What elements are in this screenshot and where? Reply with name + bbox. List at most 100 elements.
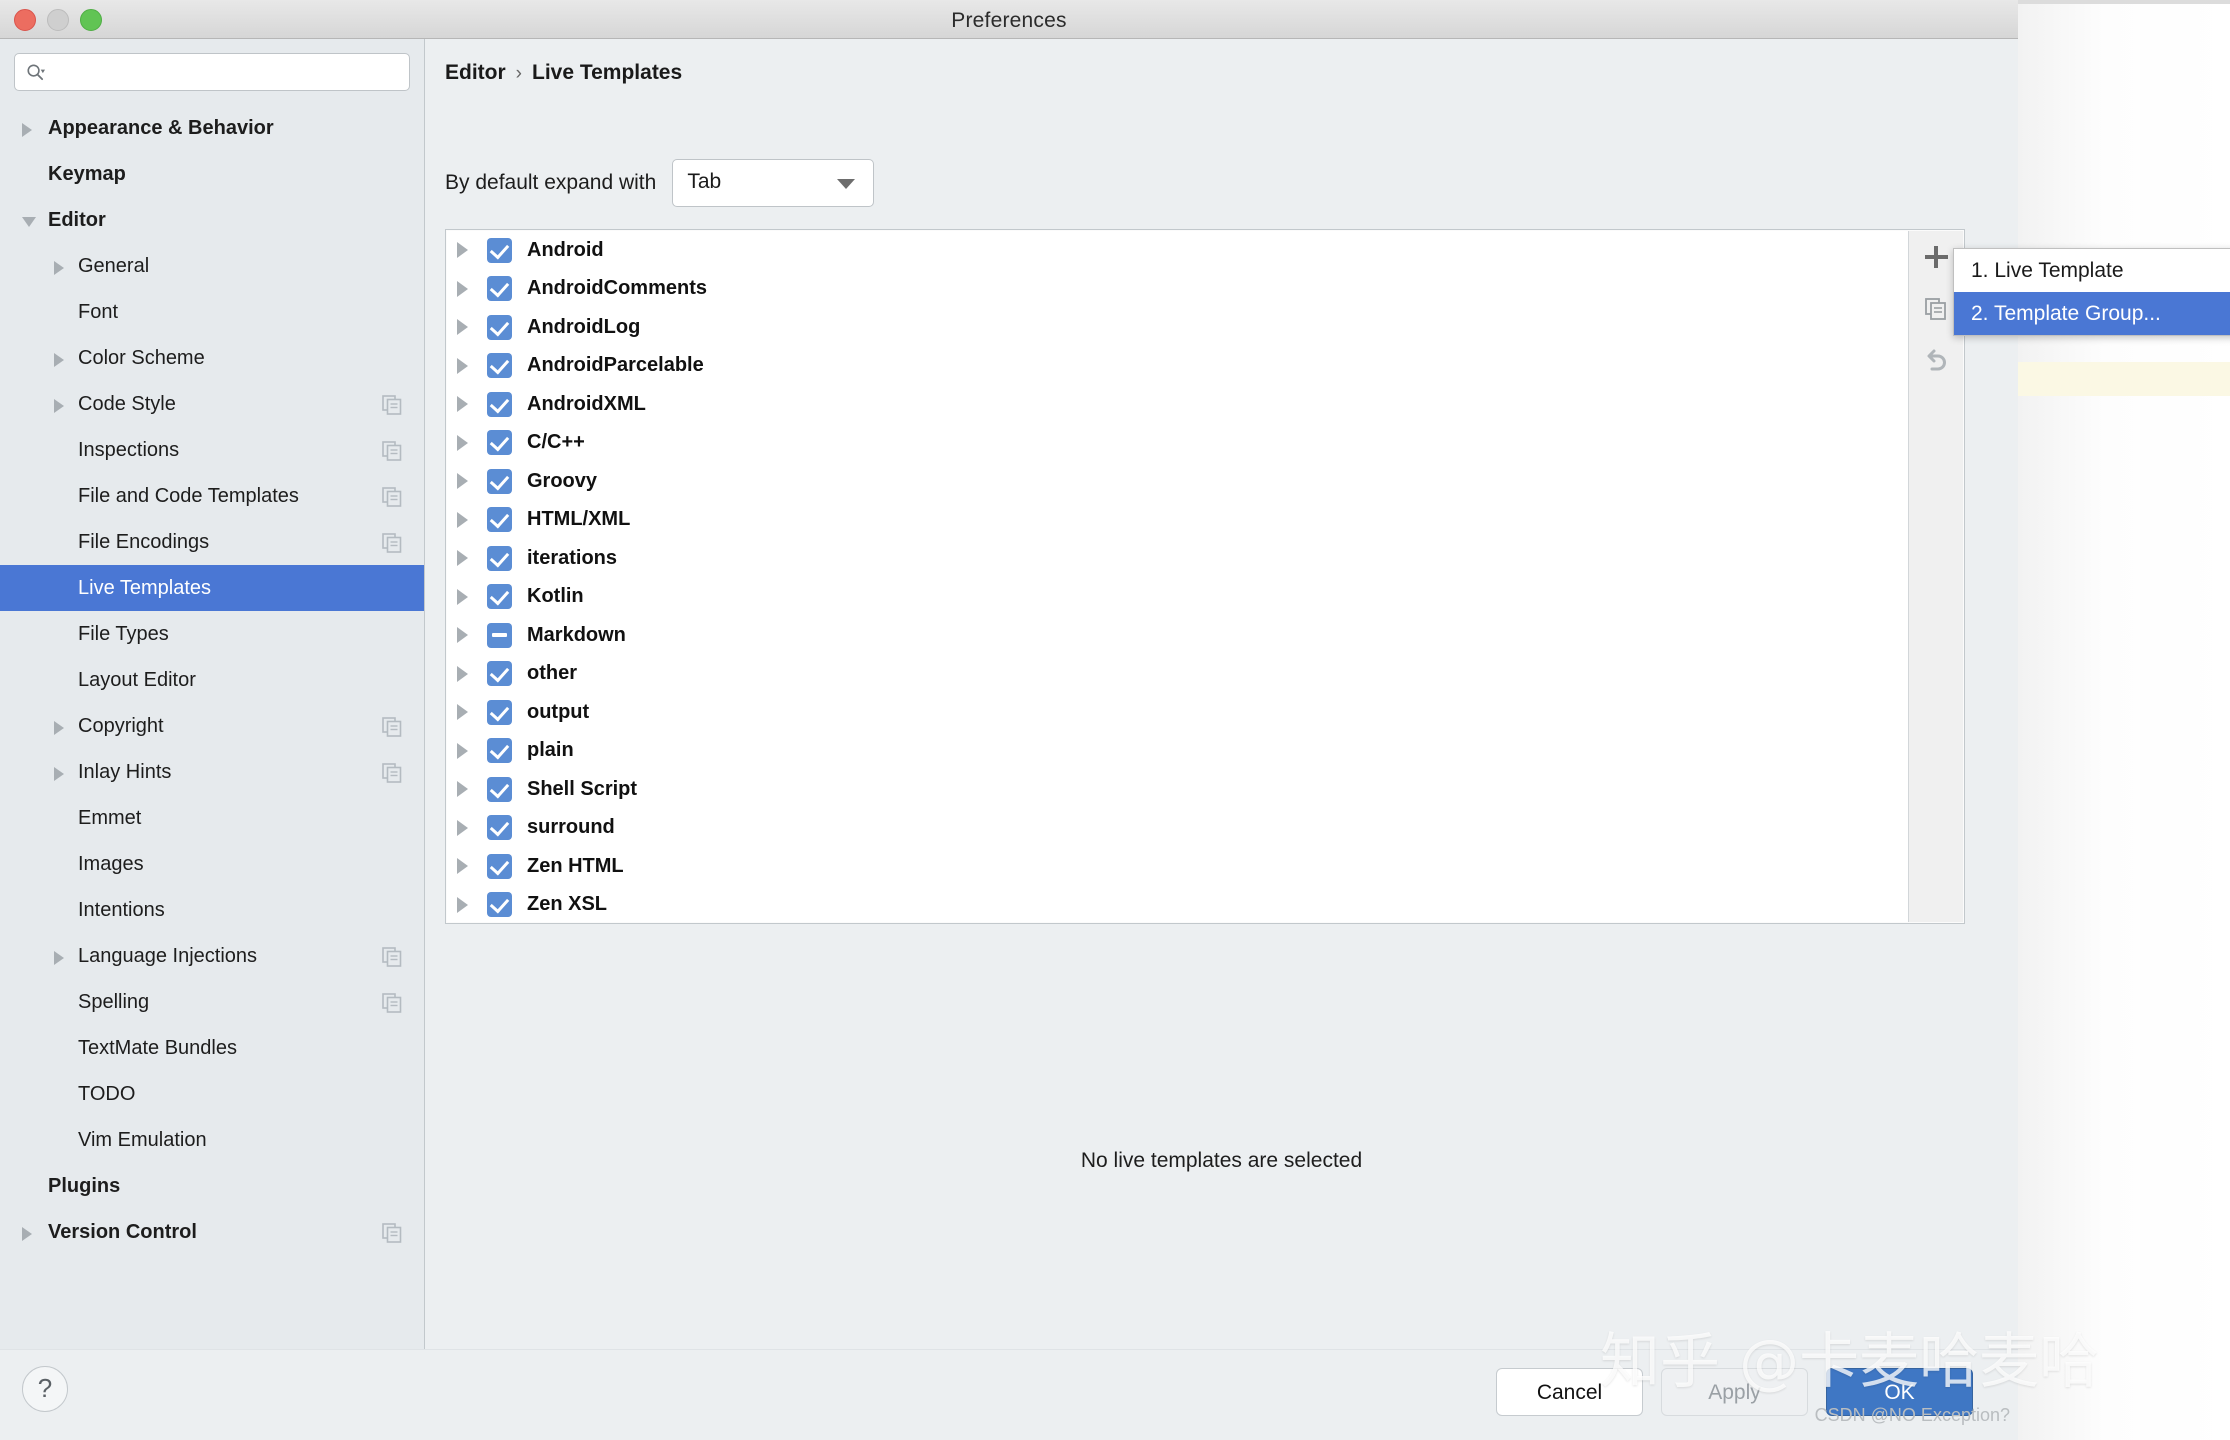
template-group-checkbox[interactable]: [487, 507, 512, 533]
template-group-row[interactable]: Zen XSL: [447, 886, 1910, 923]
chevron-right-icon[interactable]: [457, 319, 468, 336]
sidebar-item-live-templates[interactable]: Live Templates: [0, 565, 424, 611]
template-group-row[interactable]: Shell Script: [447, 770, 1910, 809]
help-button[interactable]: ?: [22, 1366, 68, 1412]
chevron-right-icon[interactable]: [457, 588, 468, 605]
apply-button[interactable]: Apply: [1661, 1368, 1808, 1416]
template-group-checkbox[interactable]: [487, 699, 512, 725]
template-group-row[interactable]: Zen HTML: [447, 847, 1910, 886]
breadcrumb-root[interactable]: Editor: [445, 61, 506, 84]
chevron-right-icon[interactable]: [54, 951, 64, 965]
template-group-row[interactable]: iterations: [447, 539, 1910, 578]
sidebar-item-appearance-behavior[interactable]: Appearance & Behavior: [0, 105, 424, 151]
search-field[interactable]: [14, 53, 413, 92]
template-group-checkbox[interactable]: [487, 430, 512, 456]
template-group-row[interactable]: AndroidXML: [447, 385, 1910, 424]
template-group-row[interactable]: plain: [447, 732, 1910, 771]
chevron-right-icon[interactable]: [457, 280, 468, 297]
template-group-checkbox[interactable]: [487, 314, 512, 340]
template-group-row[interactable]: other: [447, 655, 1910, 694]
sidebar-item-textmate-bundles[interactable]: TextMate Bundles: [0, 1025, 424, 1071]
chevron-right-icon[interactable]: [54, 353, 64, 367]
sidebar-item-emmet[interactable]: Emmet: [0, 795, 424, 841]
add-template-popup-menu[interactable]: 1. Live Template 2. Template Group...: [1953, 248, 2230, 336]
popup-menu-item[interactable]: 2. Template Group...: [1954, 292, 2230, 335]
restore-defaults-button[interactable]: [1909, 335, 1963, 387]
chevron-down-icon[interactable]: [22, 217, 36, 227]
sidebar-item-todo[interactable]: TODO: [0, 1071, 424, 1117]
chevron-right-icon[interactable]: [54, 767, 64, 781]
sidebar-item-vim-emulation[interactable]: Vim Emulation: [0, 1117, 424, 1163]
template-group-row[interactable]: HTML/XML: [447, 501, 1910, 540]
template-groups-list[interactable]: Android AndroidComments AndroidLog AndroidP…: [447, 231, 1911, 922]
sidebar-item-layout-editor[interactable]: Layout Editor: [0, 657, 424, 703]
template-group-checkbox[interactable]: [487, 276, 512, 302]
template-group-checkbox[interactable]: [487, 237, 512, 263]
chevron-right-icon[interactable]: [457, 781, 468, 798]
template-group-checkbox[interactable]: [487, 853, 512, 879]
sidebar-item-version-control[interactable]: Version Control: [0, 1209, 424, 1255]
chevron-right-icon[interactable]: [457, 627, 468, 644]
template-group-checkbox[interactable]: [487, 738, 512, 764]
template-group-checkbox[interactable]: [487, 815, 512, 841]
sidebar-item-copyright[interactable]: Copyright: [0, 703, 424, 749]
template-group-checkbox[interactable]: [487, 391, 512, 417]
sidebar-item-editor[interactable]: Editor: [0, 197, 424, 243]
template-group-checkbox[interactable]: [487, 661, 512, 687]
sidebar-item-code-style[interactable]: Code Style: [0, 381, 424, 427]
chevron-right-icon[interactable]: [457, 242, 468, 259]
template-group-checkbox[interactable]: [487, 545, 512, 571]
template-group-row[interactable]: C/C++: [447, 424, 1910, 463]
sidebar-item-inlay-hints[interactable]: Inlay Hints: [0, 749, 424, 795]
sidebar-item-images[interactable]: Images: [0, 841, 424, 887]
chevron-right-icon[interactable]: [457, 896, 468, 913]
chevron-right-icon[interactable]: [54, 399, 64, 413]
ok-button[interactable]: OK: [1826, 1368, 1973, 1416]
template-group-row[interactable]: output: [447, 693, 1910, 732]
cancel-button[interactable]: Cancel: [1496, 1368, 1643, 1416]
template-group-row[interactable]: AndroidParcelable: [447, 347, 1910, 386]
sidebar-item-color-scheme[interactable]: Color Scheme: [0, 335, 424, 381]
expand-with-select[interactable]: Tab: [672, 159, 875, 207]
template-group-row[interactable]: Android: [447, 231, 1910, 270]
template-group-row[interactable]: Markdown: [447, 616, 1910, 655]
template-group-checkbox[interactable]: [487, 776, 512, 802]
sidebar-item-file-encodings[interactable]: File Encodings: [0, 519, 424, 565]
chevron-right-icon[interactable]: [457, 396, 468, 413]
sidebar-item-file-types[interactable]: File Types: [0, 611, 424, 657]
sidebar-item-language-injections[interactable]: Language Injections: [0, 933, 424, 979]
sidebar-item-file-and-code-templates[interactable]: File and Code Templates: [0, 473, 424, 519]
template-group-checkbox[interactable]: [487, 584, 512, 610]
chevron-right-icon[interactable]: [457, 473, 468, 490]
sidebar-item-plugins[interactable]: Plugins: [0, 1163, 424, 1209]
chevron-right-icon[interactable]: [457, 819, 468, 836]
template-group-row[interactable]: Kotlin: [447, 578, 1910, 617]
template-group-row[interactable]: AndroidComments: [447, 270, 1910, 309]
chevron-right-icon[interactable]: [54, 721, 64, 735]
template-group-row[interactable]: surround: [447, 809, 1910, 848]
template-group-checkbox[interactable]: [487, 622, 512, 648]
template-group-row[interactable]: AndroidLog: [447, 308, 1910, 347]
chevron-right-icon[interactable]: [54, 261, 64, 275]
chevron-right-icon[interactable]: [457, 511, 468, 528]
chevron-right-icon[interactable]: [22, 123, 32, 137]
sidebar-item-inspections[interactable]: Inspections: [0, 427, 424, 473]
sidebar-item-spelling[interactable]: Spelling: [0, 979, 424, 1025]
chevron-right-icon[interactable]: [22, 1227, 32, 1241]
chevron-right-icon[interactable]: [457, 550, 468, 567]
chevron-right-icon[interactable]: [457, 434, 468, 451]
popup-menu-item[interactable]: 1. Live Template: [1954, 249, 2230, 292]
sidebar-item-intentions[interactable]: Intentions: [0, 887, 424, 933]
chevron-right-icon[interactable]: [457, 704, 468, 721]
chevron-right-icon[interactable]: [457, 858, 468, 875]
sidebar-item-general[interactable]: General: [0, 243, 424, 289]
template-group-checkbox[interactable]: [487, 892, 512, 918]
chevron-right-icon[interactable]: [457, 665, 468, 682]
template-group-row[interactable]: Groovy: [447, 462, 1910, 501]
template-group-checkbox[interactable]: [487, 353, 512, 379]
search-input[interactable]: [59, 54, 413, 92]
chevron-right-icon[interactable]: [457, 742, 468, 759]
chevron-right-icon[interactable]: [457, 357, 468, 374]
template-group-checkbox[interactable]: [487, 468, 512, 494]
sidebar-item-keymap[interactable]: Keymap: [0, 151, 424, 197]
